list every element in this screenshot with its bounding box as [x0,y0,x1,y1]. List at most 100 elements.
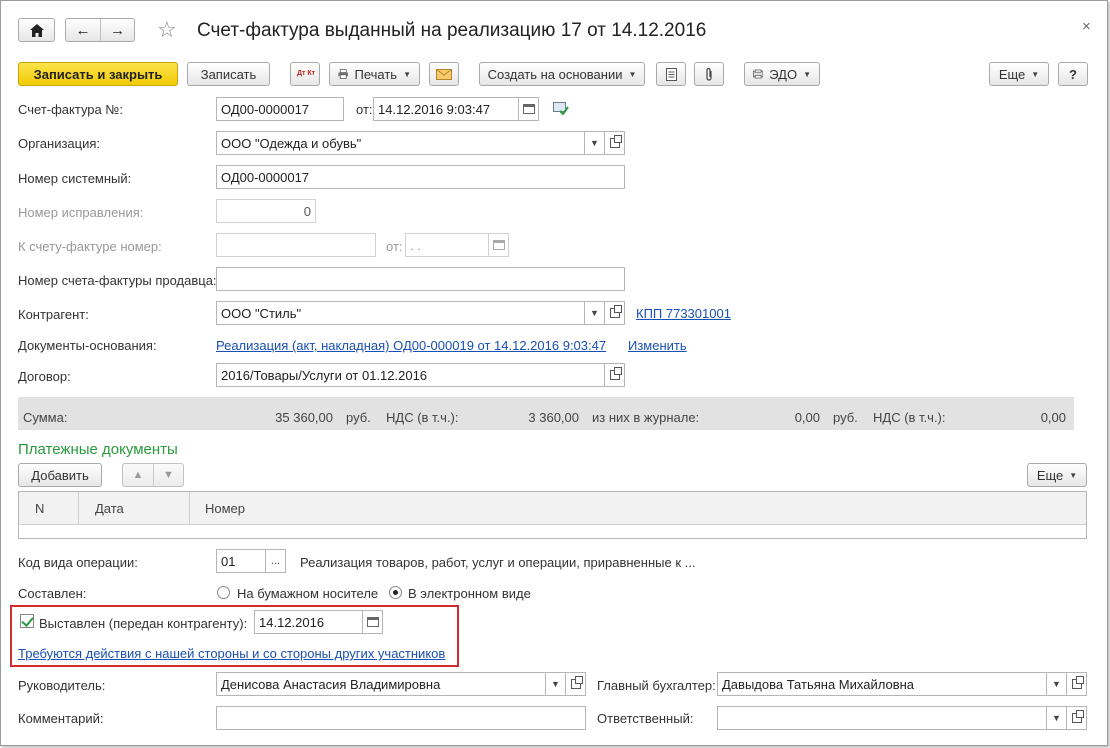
dtkt-button[interactable]: Дт Кт [290,62,320,86]
save-and-close-button[interactable]: Записать и закрыть [18,62,178,86]
responsible-open-button[interactable] [1067,706,1087,730]
payments-table[interactable]: N Дата Номер [18,491,1087,539]
composed-label: Составлен: [18,586,87,601]
column-divider [189,492,190,525]
column-n[interactable]: N [35,501,44,516]
forward-button[interactable]: → [100,19,134,41]
head-field[interactable]: Денисова Анастасия Владимировна [216,672,546,696]
calendar2-button[interactable] [489,233,509,257]
chevron-down-icon: ▼ [803,69,811,79]
invoice-no-field[interactable]: ОД00-0000017 [216,97,344,121]
back-button[interactable]: ← [66,19,100,41]
sum-value: 35 360,00 [275,410,333,425]
issued-label[interactable]: Выставлен (передан контрагенту): [39,616,247,631]
edo-label: ЭДО [769,66,798,82]
operation-code-select-button[interactable]: ... [266,549,286,573]
document-button[interactable] [656,62,686,86]
issued-calendar-button[interactable] [363,610,383,634]
check-document-icon[interactable] [553,102,569,116]
operation-code-label: Код вида операции: [18,555,138,570]
chevron-down-icon: ▼ [1031,69,1040,79]
counterparty-field[interactable]: ООО "Стиль" [216,301,585,325]
home-button[interactable] [18,18,55,42]
calendar-icon [366,617,379,627]
accountant-open-button[interactable] [1067,672,1087,696]
electronic-label[interactable]: В электронном виде [408,586,531,601]
paper-label[interactable]: На бумажном носителе [237,586,378,601]
help-button[interactable]: ? [1058,62,1088,86]
payments-more-label: Еще [1036,467,1064,483]
organization-open-button[interactable] [605,131,625,155]
calendar-button[interactable] [519,97,539,121]
change-link[interactable]: Изменить [628,338,687,353]
base-document-link[interactable]: Реализация (акт, накладная) ОД00-000019 … [216,338,606,353]
accountant-dropdown[interactable]: ▼ [1047,672,1067,696]
organization-field[interactable]: ООО "Одежда и обувь" [216,131,585,155]
print-button[interactable]: Печать ▼ [329,62,420,86]
edo-icon [753,69,764,79]
contract-open-button[interactable] [605,363,625,387]
head-label: Руководитель: [18,678,106,693]
calendar-icon [522,104,535,114]
open-icon [609,305,622,318]
system-no-field[interactable]: ОД00-0000017 [216,165,625,189]
document-window: ← → ☆ Счет-фактура выданный на реализаци… [0,0,1108,746]
issued-date-field[interactable]: 14.12.2016 [254,610,363,634]
responsible-dropdown[interactable]: ▼ [1047,706,1067,730]
create-based-on-button[interactable]: Создать на основании ▼ [479,62,645,86]
from2-label: от: [386,239,403,254]
required-actions-link[interactable]: Требуются действия с нашей стороны и со … [18,646,445,661]
date-field[interactable]: 14.12.2016 9:03:47 [373,97,519,121]
star-icon[interactable]: ☆ [157,17,177,43]
edo-button[interactable]: ЭДО ▼ [744,62,820,86]
head-dropdown[interactable]: ▼ [546,672,566,696]
move-down-button[interactable]: ▼ [153,464,183,486]
email-button[interactable] [429,62,459,86]
kpp-link[interactable]: КПП 773301001 [636,306,731,321]
chevron-down-icon: ▼ [1069,470,1078,480]
contract-field[interactable]: 2016/Товары/Услуги от 01.12.2016 [216,363,605,387]
column-divider [78,492,79,525]
responsible-field[interactable] [717,706,1047,730]
paper-radio[interactable] [217,586,230,599]
move-up-button[interactable]: ▲ [123,464,153,486]
arrow-down-icon: ▼ [163,469,174,481]
add-button[interactable]: Добавить [18,463,102,487]
chief-accountant-field[interactable]: Давыдова Татьяна Михайловна [717,672,1047,696]
sum-label: Сумма: [23,410,68,425]
column-number[interactable]: Номер [205,501,245,516]
payments-more-button[interactable]: Еще ▼ [1027,463,1087,487]
correction-field[interactable]: 0 [216,199,316,223]
operation-code-field[interactable]: 01 [216,549,266,573]
seller-no-field[interactable] [216,267,625,291]
system-no-label: Номер системный: [18,171,132,186]
journal-label: из них в журнале: [592,410,700,425]
chevron-down-icon: ▼ [1052,713,1061,723]
arrow-up-icon: ▲ [132,469,144,481]
invoice-no-label: Счет-фактура №: [18,102,123,117]
head-open-button[interactable] [566,672,586,696]
create-based-on-label: Создать на основании [487,66,623,82]
currency1: руб. [346,410,371,425]
more-button[interactable]: Еще ▼ [989,62,1049,86]
envelope-icon [436,68,452,80]
close-icon[interactable]: × [1082,18,1091,35]
counterparty-open-button[interactable] [605,301,625,325]
journal-value: 0,00 [794,410,820,425]
table-header: N Дата Номер [19,492,1086,525]
column-date[interactable]: Дата [95,501,124,516]
organization-dropdown[interactable]: ▼ [585,131,605,155]
issued-checkbox[interactable] [20,614,34,628]
save-button[interactable]: Записать [187,62,270,86]
counterparty-dropdown[interactable]: ▼ [585,301,605,325]
to-invoice-field[interactable] [216,233,376,257]
print-label: Печать [354,66,398,82]
vat-label1: НДС (в т.ч.): [386,410,459,425]
electronic-radio[interactable] [389,586,402,599]
comment-field[interactable] [216,706,586,730]
home-icon [29,23,44,37]
attachment-button[interactable] [694,62,724,86]
vat-label2: НДС (в т.ч.): [873,410,946,425]
open-icon [609,367,622,380]
date2-field[interactable]: . . [405,233,489,257]
